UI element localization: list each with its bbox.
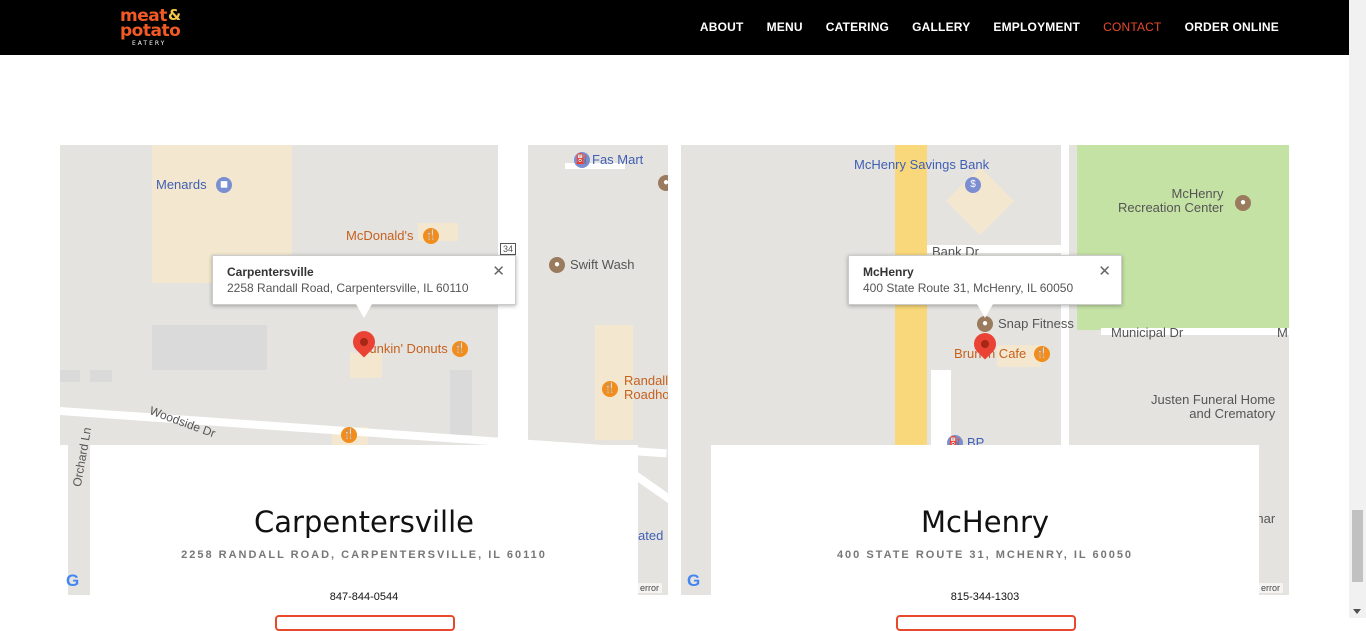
location-city: Carpentersville (254, 505, 474, 539)
poi-mchenry-savings-bank[interactable]: McHenry Savings Bank (854, 157, 989, 172)
restaurant-icon: 🍴 (602, 381, 618, 397)
map-building (90, 370, 112, 382)
poi-swift-wash[interactable]: Swift Wash (570, 257, 635, 272)
info-window-address: 2258 Randall Road, Carpentersville, IL 6… (227, 281, 469, 295)
nav-about[interactable]: ABOUT (700, 20, 744, 34)
place-icon: ● (549, 257, 565, 273)
road-label-m: M (1277, 325, 1288, 340)
location-phone[interactable]: 815-344-1303 (711, 591, 1259, 603)
location-action-button[interactable] (275, 615, 455, 631)
logo-word-potato: potato (120, 21, 181, 41)
poi-menards[interactable]: Menards (156, 177, 207, 192)
restaurant-icon: 🍴 (423, 228, 439, 244)
location-action-button[interactable] (896, 615, 1076, 631)
google-logo: G (687, 571, 701, 590)
poi-snap-fitness[interactable]: Snap Fitness (998, 316, 1074, 331)
route-shield: 34 (500, 243, 517, 255)
map-building (946, 167, 1014, 235)
logo-subtitle: EATERY (132, 40, 167, 47)
nav-gallery[interactable]: GALLERY (912, 20, 970, 34)
page-scrollbar[interactable] (1349, 0, 1366, 618)
poi-ated: ated (638, 528, 664, 543)
location-card-mchenry: McHenry 400 STATE ROUTE 31, MCHENRY, IL … (711, 445, 1259, 631)
location-address: 400 STATE ROUTE 31, MCHENRY, IL 60050 (836, 549, 1134, 561)
info-window: McHenry 400 State Route 31, McHenry, IL … (848, 255, 1122, 318)
restaurant-icon: 🍴 (1034, 346, 1050, 362)
info-window-title: Carpentersville (227, 265, 314, 279)
scrollbar-thumb[interactable] (1352, 510, 1363, 582)
logo[interactable]: meat & potato EATERY (120, 6, 186, 50)
top-navbar: meat & potato EATERY ABOUT MENU CATERING… (0, 0, 1349, 55)
location-card-carpentersville: Carpentersville 2258 RANDALL ROAD, CARPE… (90, 445, 638, 631)
nav-catering[interactable]: CATERING (826, 20, 889, 34)
shopping-icon: ◼ (216, 177, 232, 193)
nav-employment[interactable]: EMPLOYMENT (993, 20, 1080, 34)
close-icon[interactable]: ✕ (492, 262, 505, 280)
poi-fas-mart[interactable]: Fas Mart (592, 152, 643, 167)
poi-randall-roadhouse[interactable]: Randall Roadho (624, 374, 668, 402)
restaurant-icon: 🍴 (341, 427, 357, 443)
map-error-label: error (1257, 583, 1283, 593)
map-building (350, 353, 382, 378)
poi-mcdonalds[interactable]: McDonald's (346, 228, 414, 243)
map-building (60, 370, 80, 382)
close-icon[interactable]: ✕ (1098, 262, 1111, 280)
poi-mchenry-recreation-center[interactable]: McHenry Recreation Center (1118, 187, 1224, 215)
nav-menu[interactable]: MENU (767, 20, 803, 34)
map-building (152, 325, 267, 370)
location-address: 2258 RANDALL ROAD, CARPENTERSVILLE, IL 6… (181, 549, 547, 561)
google-logo: G (66, 571, 80, 590)
location-city: McHenry (920, 505, 1050, 539)
map-building (450, 370, 472, 435)
location-phone[interactable]: 847-844-0544 (90, 591, 638, 603)
poi-justen-funeral-home[interactable]: Justen Funeral Home and Crematory (1151, 393, 1275, 421)
info-window-address: 400 State Route 31, McHenry, IL 60050 (863, 281, 1074, 295)
road-label-municipal-dr: Municipal Dr (1111, 325, 1184, 340)
fitness-icon: ● (977, 316, 993, 332)
restaurant-icon: 🍴 (452, 341, 468, 357)
main-menu: ABOUT MENU CATERING GALLERY EMPLOYMENT C… (677, 20, 1279, 34)
scroll-down-arrow[interactable] (1353, 609, 1361, 614)
place-icon: ● (1235, 195, 1251, 211)
place-icon: ● (658, 175, 668, 191)
info-window-title: McHenry (863, 265, 914, 279)
bank-icon: $ (965, 177, 981, 193)
gas-station-icon: ⛽ (574, 152, 590, 168)
nav-order-online[interactable]: ORDER ONLINE (1185, 20, 1279, 34)
info-window: Carpentersville 2258 Randall Road, Carpe… (212, 255, 516, 318)
map-error-label: error (636, 583, 662, 593)
nav-contact[interactable]: CONTACT (1103, 20, 1162, 34)
